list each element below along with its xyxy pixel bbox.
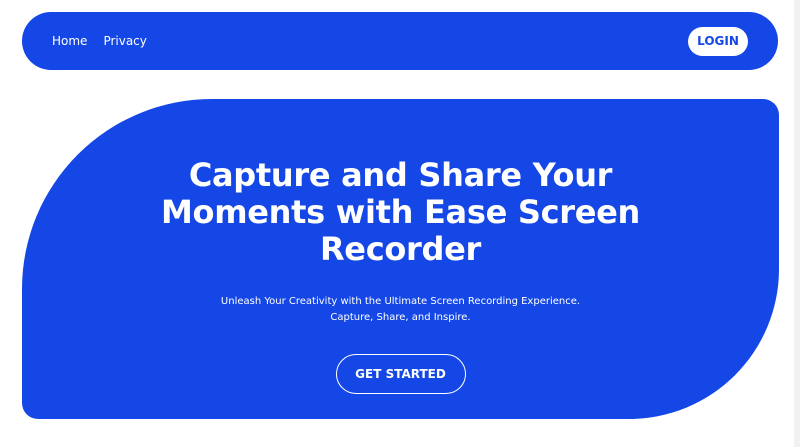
nav-link-home[interactable]: Home: [52, 34, 87, 48]
get-started-button[interactable]: GET STARTED: [335, 354, 466, 394]
hero-subtitle: Unleash Your Creativity with the Ultimat…: [221, 294, 580, 326]
hero-section: Capture and Share Your Moments with Ease…: [22, 99, 779, 419]
hero-subtitle-line-2: Capture, Share, and Inspire.: [330, 312, 471, 323]
hero-subtitle-line-1: Unleash Your Creativity with the Ultimat…: [220, 296, 581, 307]
login-button[interactable]: LOGIN: [688, 26, 748, 56]
hero-title: Capture and Share Your Moments with Ease…: [160, 156, 641, 268]
nav-links: Home Privacy: [52, 34, 147, 48]
page-scrollbar[interactable]: [794, 0, 800, 447]
top-navbar: Home Privacy LOGIN: [22, 12, 778, 70]
nav-link-privacy[interactable]: Privacy: [103, 34, 146, 48]
